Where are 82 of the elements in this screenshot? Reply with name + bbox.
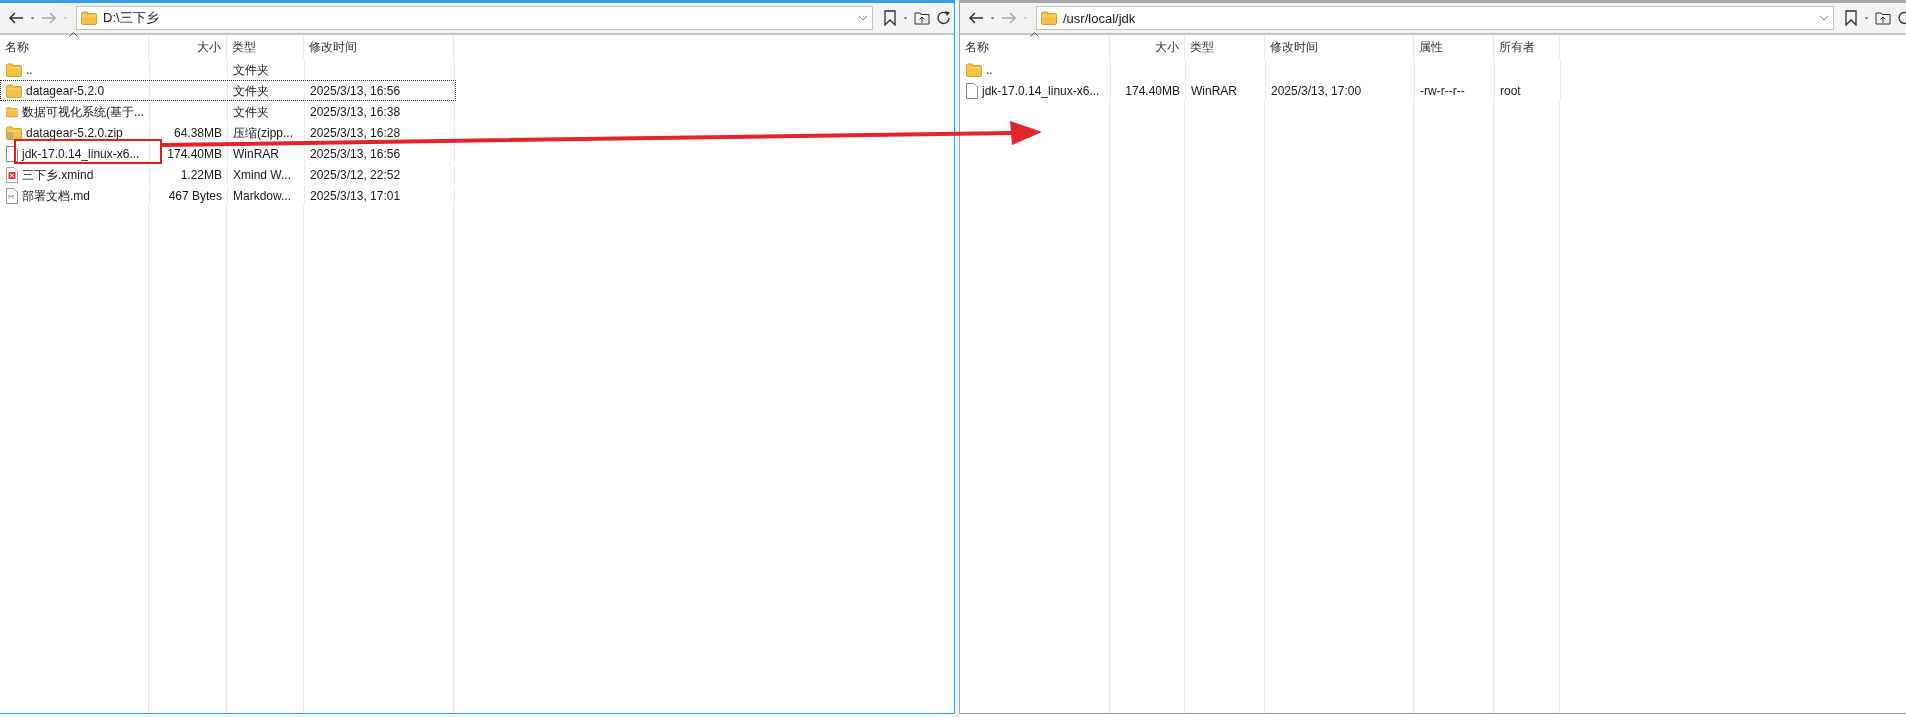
bookmark-icon	[883, 10, 897, 26]
zip-folder-icon	[6, 125, 22, 140]
file-name: ..	[26, 63, 33, 76]
table-cell: Markdow...	[233, 189, 292, 202]
dropdown-icon	[1023, 15, 1028, 21]
table-cell: -rw-r--r--	[1420, 84, 1465, 97]
table-cell: WinRAR	[233, 147, 279, 160]
table-cell: 174.40MB	[167, 147, 222, 160]
table-cell: 174.40MB	[1125, 84, 1180, 97]
table-cell: 2025/3/13, 17:00	[1271, 84, 1362, 97]
document-icon	[6, 166, 18, 183]
column-header[interactable]: 类型	[1185, 35, 1265, 59]
back-icon	[968, 11, 984, 25]
folder-icon	[6, 83, 22, 98]
file-name: 数据可视化系统(基于...	[22, 105, 144, 118]
table-cell: Xmind W...	[233, 168, 291, 181]
back-icon	[8, 11, 24, 25]
dropdown-icon	[30, 15, 35, 21]
dropdown-icon	[1864, 15, 1869, 21]
path-field[interactable]: D:\三下乡	[76, 6, 873, 30]
folder-icon	[81, 11, 97, 25]
folder-icon	[6, 62, 22, 77]
file-name: jdk-17.0.14_linux-x6...	[982, 84, 1100, 97]
file-row[interactable]: .. 文件夹	[0, 59, 456, 80]
column-header[interactable]: 名称	[960, 35, 1110, 59]
file-name: 部署文档.md	[22, 189, 90, 202]
file-name: 三下乡.xmind	[22, 168, 94, 181]
parent-folder-icon	[1875, 11, 1891, 25]
file-row[interactable]: datagear-5.2.0 文件夹 2025/3/13, 16:56	[0, 80, 456, 101]
file-icon	[966, 82, 978, 99]
column-header[interactable]: 修改时间	[304, 35, 454, 59]
file-row[interactable]: 三下乡.xmind 1.22MB Xmind W... 2025/3/12, 22:52	[0, 164, 456, 185]
column-header[interactable]: 修改时间	[1265, 35, 1414, 59]
dropdown-icon	[903, 15, 908, 21]
table-cell: 文件夹	[233, 84, 269, 97]
dropdown-icon	[990, 15, 995, 21]
column-header[interactable]: 名称	[0, 35, 149, 59]
file-row[interactable]: jdk-17.0.14_linux-x6... 174.40MB WinRAR 2025/3/13, 17:00 -rw-r--r-- root	[960, 80, 1562, 101]
table-cell: 467 Bytes	[168, 189, 222, 202]
table-cell: root	[1500, 84, 1521, 97]
file-row[interactable]: 部署文档.md 467 Bytes Markdow... 2025/3/13, 17:01	[0, 185, 456, 206]
sort-ascending-icon	[1029, 32, 1039, 37]
folder-icon	[1041, 11, 1057, 25]
file-row[interactable]: 数据可视化系统(基于... 文件夹 2025/3/13, 16:38	[0, 101, 456, 122]
table-cell: 2025/3/13, 16:56	[310, 147, 401, 160]
chevron-down-icon[interactable]	[858, 15, 868, 21]
parent-folder-icon	[914, 11, 930, 25]
chevron-down-icon[interactable]	[1819, 15, 1829, 21]
file-name: datagear-5.2.0	[26, 84, 105, 97]
path-field[interactable]: /usr/local/jdk	[1036, 6, 1834, 30]
forward-icon	[1001, 11, 1017, 25]
bookmark-icon	[1844, 10, 1858, 26]
forward-icon	[41, 11, 57, 25]
table-cell: 2025/3/13, 17:01	[310, 189, 401, 202]
table-cell: 2025/3/12, 22:52	[310, 168, 401, 181]
column-header[interactable]: 所有者	[1494, 35, 1560, 59]
table-cell: 文件夹	[233, 105, 269, 118]
table-cell: WinRAR	[1191, 84, 1237, 97]
file-row[interactable]: datagear-5.2.0.zip 64.38MB 压缩(zipp... 2025/3/13, 16:28	[0, 122, 456, 143]
file-row[interactable]: jdk-17.0.14_linux-x6... 174.40MB WinRAR 2025/3/13, 16:56	[0, 143, 456, 164]
table-cell: 压缩(zipp...	[233, 126, 293, 139]
table-cell: 2025/3/13, 16:38	[310, 105, 401, 118]
table-cell: 2025/3/13, 16:28	[310, 126, 401, 139]
file-name: jdk-17.0.14_linux-x6...	[22, 147, 140, 160]
column-header[interactable]: 大小	[149, 35, 227, 59]
sort-ascending-icon	[69, 32, 78, 37]
dropdown-icon	[63, 15, 68, 21]
refresh-icon	[936, 10, 952, 26]
table-cell: 2025/3/13, 16:56	[310, 84, 401, 97]
folder-icon	[966, 62, 982, 77]
table-cell: 64.38MB	[173, 126, 222, 139]
table-cell: 1.22MB	[180, 168, 222, 181]
folder-icon	[6, 104, 18, 119]
column-header[interactable]: 大小	[1110, 35, 1185, 59]
column-header[interactable]: 属性	[1414, 35, 1494, 59]
column-header[interactable]: 类型	[227, 35, 304, 59]
file-row[interactable]: ..	[960, 59, 1562, 80]
file-icon	[6, 145, 18, 162]
file-name: datagear-5.2.0.zip	[26, 126, 123, 139]
text-file-icon	[6, 187, 18, 204]
file-name: ..	[986, 63, 993, 76]
table-cell: 文件夹	[233, 63, 269, 76]
